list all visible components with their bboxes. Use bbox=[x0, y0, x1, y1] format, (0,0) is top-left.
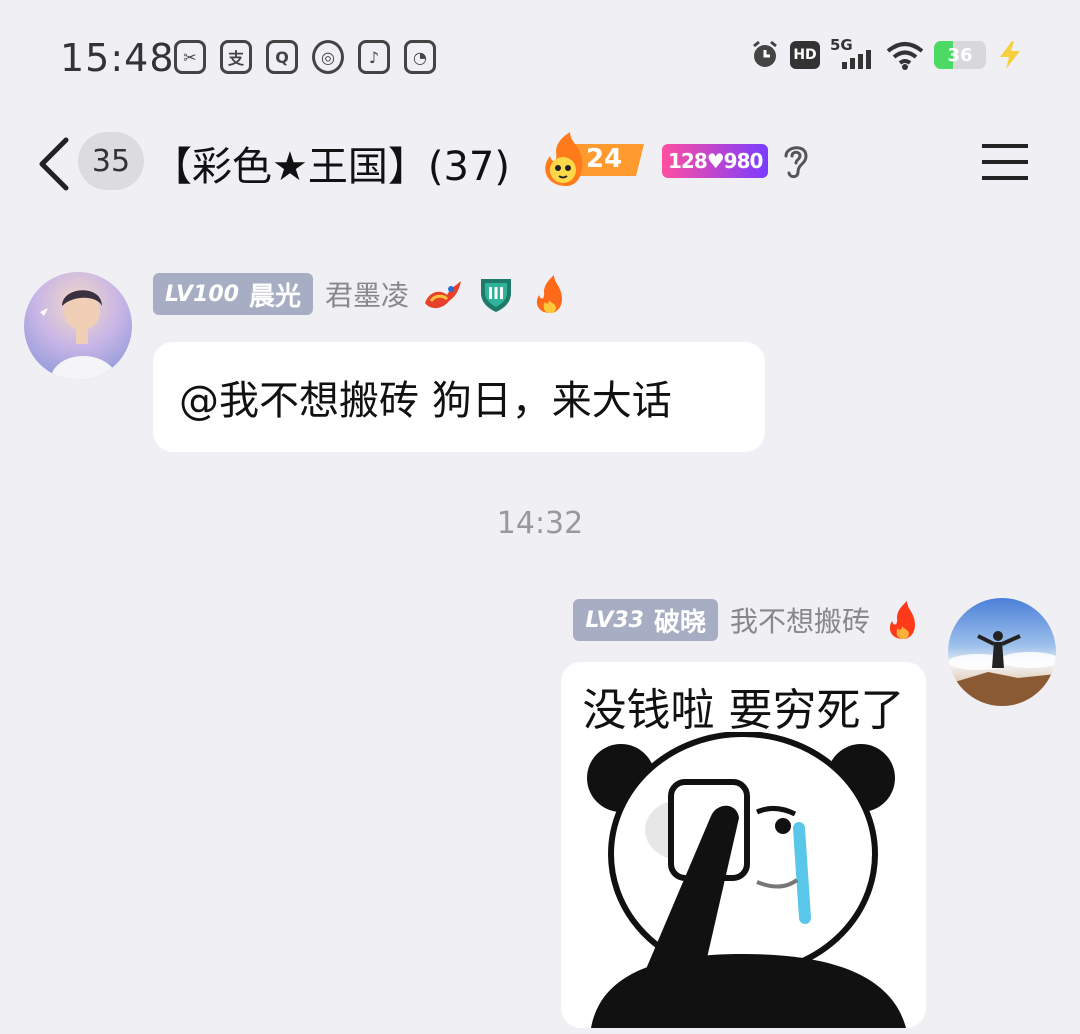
flame-icon bbox=[536, 275, 562, 313]
music-app-icon: ♪ bbox=[358, 40, 390, 74]
message-text: @我不想搬砖 狗日，来大话 bbox=[179, 378, 672, 424]
hd-icon: HD bbox=[790, 41, 820, 69]
status-time: 15:48 bbox=[60, 36, 175, 80]
status-bar: 15:48 ✂ 支 Q ◎ ♪ ◔ HD 5G 36 bbox=[0, 0, 1080, 110]
avatar-portrait-image bbox=[40, 290, 118, 380]
pay-app-icon: 支 bbox=[220, 40, 252, 74]
alarm-icon bbox=[750, 40, 780, 70]
level-tag: LV33 破晓 bbox=[573, 599, 718, 641]
avatar-landscape-image bbox=[948, 631, 1056, 706]
system-status: HD 5G 36 bbox=[750, 36, 1024, 70]
battery-level: 36 bbox=[947, 44, 973, 66]
rank-shield-icon bbox=[480, 279, 511, 312]
battery-indicator: 36 bbox=[934, 41, 986, 69]
wifi-icon bbox=[886, 40, 924, 70]
message-timestamp: 14:32 bbox=[496, 506, 584, 541]
ear-icon[interactable] bbox=[780, 140, 812, 180]
chat-header: 35 【彩色★王国】(37) 24 128♥980 bbox=[0, 110, 1080, 230]
level-title: 晨光 bbox=[248, 281, 301, 312]
fire-count: 24 bbox=[586, 144, 623, 174]
browser-app-icon: ◔ bbox=[404, 40, 436, 74]
group-title[interactable]: 【彩色★王国】(37) bbox=[152, 134, 510, 192]
group-number-badge: 128♥980 bbox=[662, 144, 769, 178]
meme-caption: 没钱啦 要穷死了 bbox=[582, 685, 905, 736]
level-label: LV100 bbox=[165, 281, 239, 307]
charging-icon bbox=[996, 40, 1024, 70]
sender-nickname[interactable]: 君墨凌 bbox=[325, 274, 409, 314]
planet-app-icon: ◎ bbox=[312, 40, 344, 74]
dragon-medal-icon bbox=[424, 281, 461, 309]
flame-icon bbox=[889, 601, 915, 639]
back-arrow-icon[interactable] bbox=[34, 136, 74, 192]
search-app-icon: Q bbox=[266, 40, 298, 74]
signal-icon: 5G bbox=[830, 36, 876, 70]
sender-info: LV100 晨光 君墨凌 bbox=[153, 272, 571, 316]
level-title: 破晓 bbox=[653, 607, 706, 638]
level-tag: LV100 晨光 bbox=[153, 273, 313, 315]
group-fire-badge: 24 bbox=[540, 132, 648, 188]
message-list[interactable]: LV100 晨光 君墨凌 @我不想搬砖 狗日，来大话 14:32 LV33 破晓 bbox=[0, 230, 1080, 1034]
unread-count-badge[interactable]: 35 bbox=[78, 132, 144, 190]
meme-image[interactable]: 没钱啦 要穷死了 bbox=[561, 662, 926, 1028]
crying-panda-image bbox=[587, 732, 906, 1028]
sender-info: LV33 破晓 我不想搬砖 bbox=[573, 598, 924, 642]
scissors-app-icon: ✂ bbox=[174, 40, 206, 74]
menu-icon[interactable] bbox=[982, 142, 1028, 182]
notification-icons: ✂ 支 Q ◎ ♪ ◔ bbox=[174, 40, 436, 74]
message-bubble[interactable]: @我不想搬砖 狗日，来大话 bbox=[153, 342, 765, 452]
avatar[interactable] bbox=[948, 598, 1056, 706]
level-label: LV33 bbox=[585, 607, 644, 633]
sender-nickname[interactable]: 我不想搬砖 bbox=[730, 600, 870, 640]
avatar[interactable] bbox=[24, 272, 132, 380]
